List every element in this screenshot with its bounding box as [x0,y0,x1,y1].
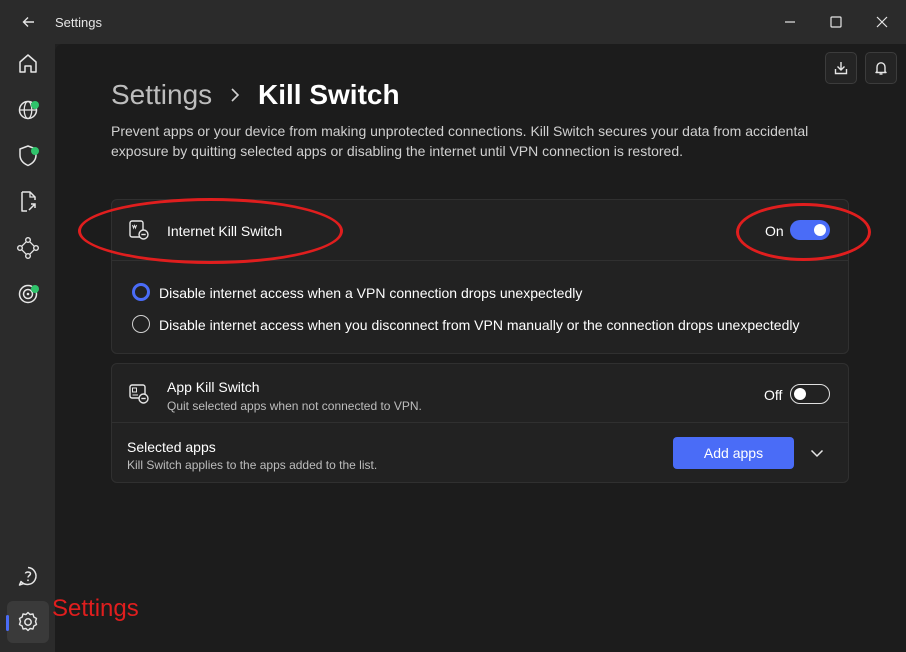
app-kill-switch-state: Off [764,387,783,403]
shield-icon[interactable] [14,142,42,170]
download-button[interactable] [825,52,857,84]
app-kill-switch-subtitle: Quit selected apps when not connected to… [167,399,422,413]
window-title: Settings [55,15,102,30]
help-icon[interactable] [14,562,42,590]
internet-block-icon [129,220,149,240]
maximize-icon[interactable] [825,11,847,33]
bell-icon [875,62,887,75]
toggle-knob [814,224,826,236]
annotation-label: Settings [52,595,139,622]
active-indicator [6,615,9,631]
radio-label-disconnect-or-drop[interactable]: Disable internet access when you disconn… [159,317,799,333]
shield-status-badge [31,147,39,155]
chevron-right-icon [231,88,240,102]
divider [112,422,848,423]
internet-kill-switch-card: Internet Kill Switch On Disable internet… [111,199,849,354]
gear-icon[interactable] [14,608,42,636]
page-description: Prevent apps or your device from making … [111,123,809,159]
internet-kill-switch-title: Internet Kill Switch [167,223,283,239]
title-bar: Settings [0,0,906,44]
internet-kill-switch-toggle[interactable] [790,220,830,240]
app-kill-switch-card: App Kill Switch Quit selected apps when … [111,363,849,483]
close-icon[interactable] [871,11,893,33]
toggle-knob [794,387,806,400]
page-title: Kill Switch [258,79,400,110]
selected-apps-subtitle: Kill Switch applies to the apps added to… [127,458,378,472]
globe-status-badge [31,101,39,109]
main-content: Settings Kill Switch Prevent apps or you… [55,44,906,652]
app-kill-switch-title: App Kill Switch [167,379,260,395]
target-status-badge [31,285,39,293]
internet-kill-switch-state: On [765,223,784,239]
app-kill-switch-toggle[interactable] [790,384,830,404]
radio-disconnect-or-drop[interactable] [132,315,150,333]
download-icon [834,62,848,75]
radio-label-drop-unexpected[interactable]: Disable internet access when a VPN conne… [159,285,582,301]
breadcrumb-parent[interactable]: Settings [111,79,212,111]
back-arrow-icon[interactable] [18,11,40,33]
app-block-icon [129,384,149,404]
target-icon[interactable] [14,280,42,308]
divider [112,260,848,261]
minimize-icon[interactable] [779,11,801,33]
sidebar [0,44,55,652]
home-icon[interactable] [14,50,42,78]
network-icon[interactable] [14,234,42,262]
add-apps-button[interactable]: Add apps [673,437,794,469]
selected-apps-title: Selected apps [127,439,216,455]
chevron-down-icon[interactable] [807,443,827,463]
internet-kill-switch-header: Internet Kill Switch On [112,200,848,260]
globe-icon[interactable] [14,96,42,124]
notifications-button[interactable] [865,52,897,84]
file-share-icon[interactable] [14,188,42,216]
radio-drop-unexpected[interactable] [132,283,150,301]
